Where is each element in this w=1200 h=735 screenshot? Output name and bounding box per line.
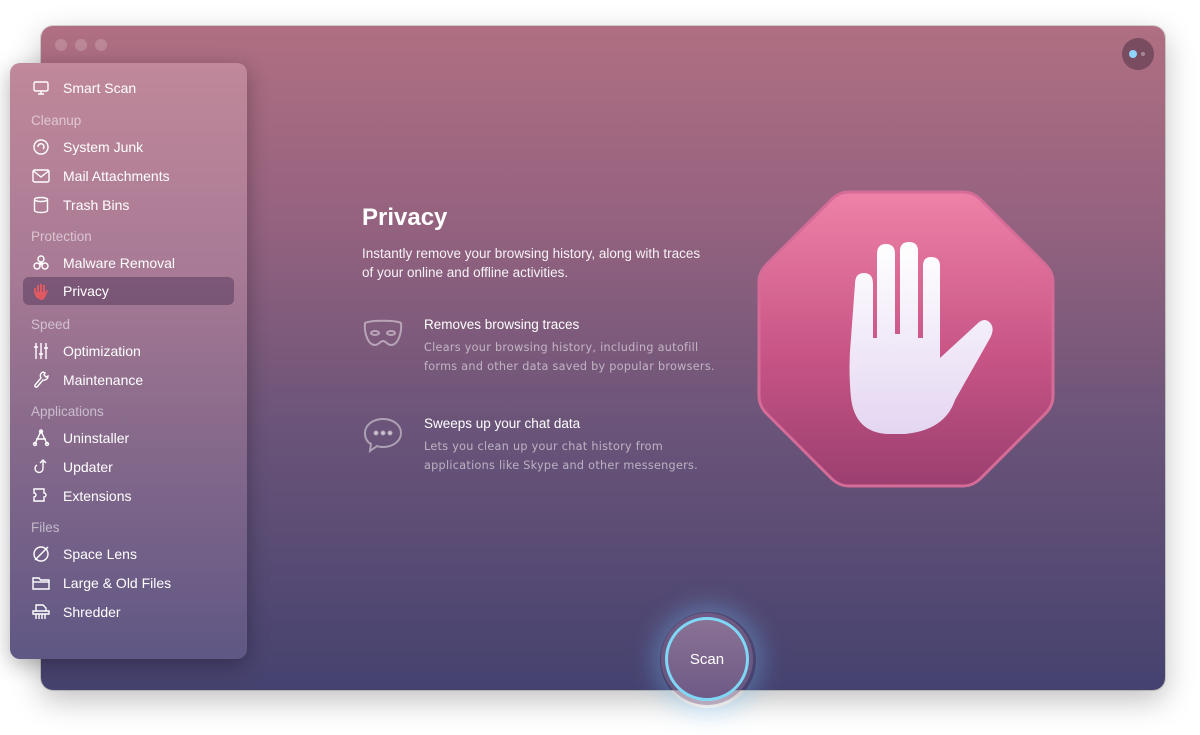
window-controls [55, 39, 107, 51]
stop-hand-icon [755, 188, 1057, 490]
feature-description: Lets you clean up your chat history from… [424, 440, 699, 472]
biohazard-icon [31, 253, 51, 273]
feature-title: Removes browsing traces [424, 317, 580, 332]
sidebar-item-privacy[interactable]: Privacy [23, 277, 234, 305]
sliders-icon [31, 341, 51, 361]
sidebar-item-label: Trash Bins [63, 197, 130, 213]
sidebar-item-label: Updater [63, 459, 113, 475]
feature-description: Clears your browsing history, including … [424, 341, 715, 373]
sidebar-item-label: Privacy [63, 283, 109, 299]
section-cleanup: Cleanup [31, 113, 82, 128]
sidebar-item-label: Shredder [63, 604, 121, 620]
shredder-icon [31, 602, 51, 622]
section-applications: Applications [31, 404, 104, 419]
folder-icon [31, 573, 51, 593]
sidebar-item-mail-attachments[interactable]: Mail Attachments [23, 162, 234, 190]
mail-icon [31, 166, 51, 186]
mask-icon [362, 317, 404, 357]
sidebar-item-label: Malware Removal [63, 255, 176, 271]
section-speed: Speed [31, 317, 71, 332]
sidebar-item-system-junk[interactable]: System Junk [23, 133, 234, 161]
trash-icon [31, 195, 51, 215]
section-files: Files [31, 520, 60, 535]
sidebar-item-label: Smart Scan [63, 80, 137, 96]
page-title: Privacy [362, 204, 448, 231]
sidebar-item-label: Uninstaller [63, 430, 130, 446]
space-lens-icon [31, 544, 51, 564]
sidebar-item-label: Mail Attachments [63, 168, 170, 184]
sidebar-item-label: Space Lens [63, 546, 137, 562]
updater-icon [31, 457, 51, 477]
sidebar-item-updater[interactable]: Updater [23, 453, 234, 481]
sidebar-item-malware-removal[interactable]: Malware Removal [23, 249, 234, 277]
sidebar-item-label: Maintenance [63, 372, 144, 388]
sidebar-item-maintenance[interactable]: Maintenance [23, 366, 234, 394]
sidebar: Smart Scan Cleanup System Junk Mail Atta… [10, 63, 247, 659]
uninstaller-icon [31, 428, 51, 448]
sidebar-item-optimization[interactable]: Optimization [23, 337, 234, 365]
wrench-icon [31, 370, 51, 390]
sidebar-item-uninstaller[interactable]: Uninstaller [23, 424, 234, 452]
hand-icon [31, 281, 51, 301]
sidebar-item-smart-scan[interactable]: Smart Scan [23, 74, 234, 102]
close-button[interactable] [55, 39, 67, 51]
sidebar-item-extensions[interactable]: Extensions [23, 482, 234, 510]
zoom-button[interactable] [95, 39, 107, 51]
sidebar-item-label: System Junk [63, 139, 144, 155]
sidebar-item-space-lens[interactable]: Space Lens [23, 540, 234, 568]
assistant-button[interactable] [1122, 38, 1154, 70]
minimize-button[interactable] [75, 39, 87, 51]
sidebar-item-label: Optimization [63, 343, 141, 359]
sidebar-item-label: Extensions [63, 488, 132, 504]
page-description: Instantly remove your browsing history, … [362, 246, 701, 280]
chat-bubble-icon [362, 416, 404, 456]
puzzle-icon [31, 486, 51, 506]
sidebar-item-large-old-files[interactable]: Large & Old Files [23, 569, 234, 597]
system-junk-icon [31, 137, 51, 157]
scan-button[interactable]: Scan [665, 617, 749, 701]
assistant-dot-small-icon [1141, 52, 1145, 56]
sidebar-item-shredder[interactable]: Shredder [23, 598, 234, 626]
sidebar-item-label: Large & Old Files [63, 575, 172, 591]
feature-title: Sweeps up your chat data [424, 416, 581, 431]
section-protection: Protection [31, 229, 92, 244]
monitor-icon [31, 78, 51, 98]
assistant-dot-icon [1129, 50, 1137, 58]
sidebar-item-trash-bins[interactable]: Trash Bins [23, 191, 234, 219]
